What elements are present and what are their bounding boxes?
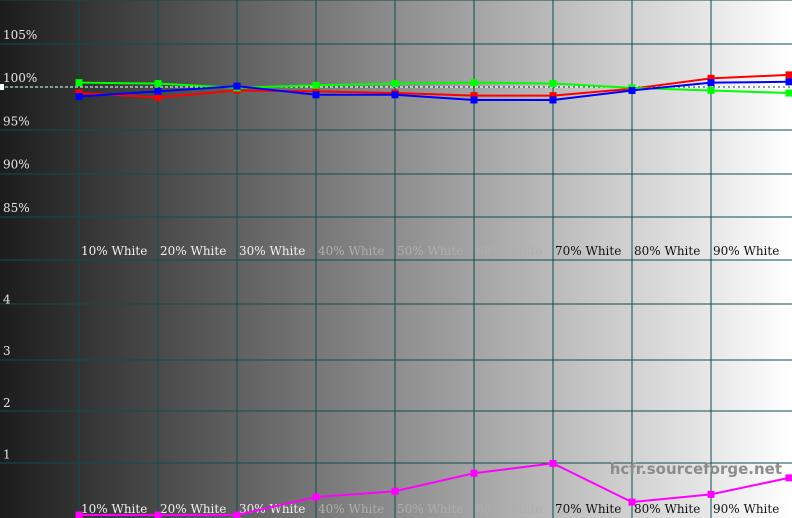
- y-tick-label: 90%: [3, 158, 30, 172]
- category-label: 70% White: [555, 244, 621, 258]
- magenta-data-point: [549, 459, 557, 467]
- category-label: 80% White: [634, 502, 700, 516]
- chart-canvas: 105% 100% 95% 90% 85% 4 3 2 1 10% White 20% Whit…: [0, 0, 792, 518]
- blue-data-point: [233, 82, 241, 90]
- magenta-data-point: [628, 498, 636, 506]
- top-category-labels: 10% White 20% White 30% White 40% White 50% …: [81, 244, 779, 258]
- green-data-point: [549, 80, 557, 88]
- green-data-point: [312, 81, 320, 89]
- magenta-data-point: [707, 490, 715, 498]
- green-data-point: [391, 80, 399, 88]
- y-tick-label: 4: [3, 293, 11, 307]
- green-data-point: [470, 79, 478, 87]
- blue-data-point: [154, 87, 162, 95]
- y-tick-label: 85%: [3, 201, 30, 215]
- blue-data-point: [628, 86, 636, 94]
- y-tick-label: 100%: [3, 71, 37, 85]
- magenta-data-point: [785, 474, 792, 482]
- red-data-point: [154, 93, 162, 101]
- chart-background: [0, 0, 792, 518]
- category-label: 10% White: [81, 502, 147, 516]
- magenta-data-point: [470, 469, 478, 477]
- category-label: 80% White: [634, 244, 700, 258]
- magenta-data-point: [391, 487, 399, 495]
- bottom-category-labels: 10% White 20% White 30% White 40% White 50% …: [81, 502, 779, 516]
- y-tick-label: 1: [3, 447, 11, 461]
- red-data-point: [785, 71, 792, 79]
- reference-marker: [0, 84, 4, 90]
- magenta-data-point: [233, 511, 241, 518]
- category-label: 10% White: [81, 244, 147, 258]
- category-label: 60% White: [476, 244, 542, 258]
- blue-data-point: [549, 96, 557, 104]
- y-tick-label: 2: [3, 396, 11, 410]
- magenta-data-point: [312, 493, 320, 501]
- blue-data-point: [707, 79, 715, 87]
- category-label: 40% White: [318, 244, 384, 258]
- category-label: 30% White: [239, 244, 305, 258]
- green-data-point: [154, 80, 162, 88]
- watermark: hcfr.sourceforge.net: [610, 460, 782, 478]
- blue-data-point: [75, 93, 83, 101]
- category-label: 50% White: [397, 244, 463, 258]
- category-label: 50% White: [397, 502, 463, 516]
- magenta-data-point: [154, 511, 162, 518]
- blue-data-point: [312, 91, 320, 99]
- magenta-data-point: [75, 511, 83, 518]
- category-label: 90% White: [713, 244, 779, 258]
- blue-data-point: [391, 91, 399, 99]
- category-label: 30% White: [239, 502, 305, 516]
- category-label: 70% White: [555, 502, 621, 516]
- category-label: 40% White: [318, 502, 384, 516]
- blue-data-point: [470, 96, 478, 104]
- green-data-point: [75, 79, 83, 87]
- category-label: 20% White: [160, 502, 226, 516]
- blue-data-point: [785, 78, 792, 86]
- green-data-point: [707, 86, 715, 94]
- category-label: 90% White: [713, 502, 779, 516]
- green-data-point: [785, 89, 792, 97]
- category-label: 60% White: [476, 502, 542, 516]
- y-tick-label: 3: [3, 344, 11, 358]
- y-tick-label: 95%: [3, 114, 30, 128]
- category-label: 20% White: [160, 244, 226, 258]
- y-tick-label: 105%: [3, 28, 37, 42]
